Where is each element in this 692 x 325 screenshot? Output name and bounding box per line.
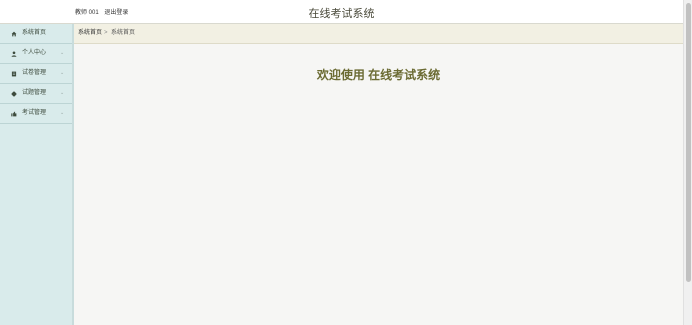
sidebar-item-label: 系统首页 [22,30,47,36]
sidebar-item-label: 试题管理 [22,90,47,96]
sidebar: 系统首页 个人中心 ⌄ 试卷管理 ⌄ 试题管理 ⌄ 考试管理 ⌄ [0,24,74,325]
breadcrumb: 系统首页 > 系统首页 [74,24,683,44]
sidebar-item-questions[interactable]: 试题管理 ⌄ [0,84,72,104]
paper-icon [11,71,17,77]
page-scrollbar[interactable] [683,0,692,325]
exam-icon [11,111,17,117]
sidebar-item-exams[interactable]: 考试管理 ⌄ [0,104,72,124]
breadcrumb-separator: > [104,30,108,36]
chevron-down-icon: ⌄ [60,90,65,96]
welcome-heading: 欢迎使用 在线考试系统 [316,68,441,82]
question-icon [11,91,17,97]
sidebar-item-profile[interactable]: 个人中心 ⌄ [0,44,72,64]
top-bar: 教师 001 退出登录 在线考试系统 [0,0,683,24]
scrollbar-thumb[interactable] [686,3,691,282]
sidebar-item-label: 试卷管理 [22,70,47,76]
sidebar-item-papers[interactable]: 试卷管理 ⌄ [0,64,72,84]
sidebar-item-label: 考试管理 [22,110,47,116]
sidebar-item-label: 个人中心 [22,50,47,56]
main-content: 欢迎使用 在线考试系统 [74,44,683,325]
home-icon [11,31,17,37]
breadcrumb-root-link[interactable]: 系统首页 [78,24,102,43]
sidebar-item-home[interactable]: 系统首页 [0,24,72,44]
app-title: 在线考试系统 [308,8,375,20]
breadcrumb-current: 系统首页 [111,30,136,36]
chevron-down-icon: ⌄ [60,50,65,56]
user-icon [11,51,17,57]
chevron-down-icon: ⌄ [60,110,65,116]
chevron-down-icon: ⌄ [60,70,65,76]
